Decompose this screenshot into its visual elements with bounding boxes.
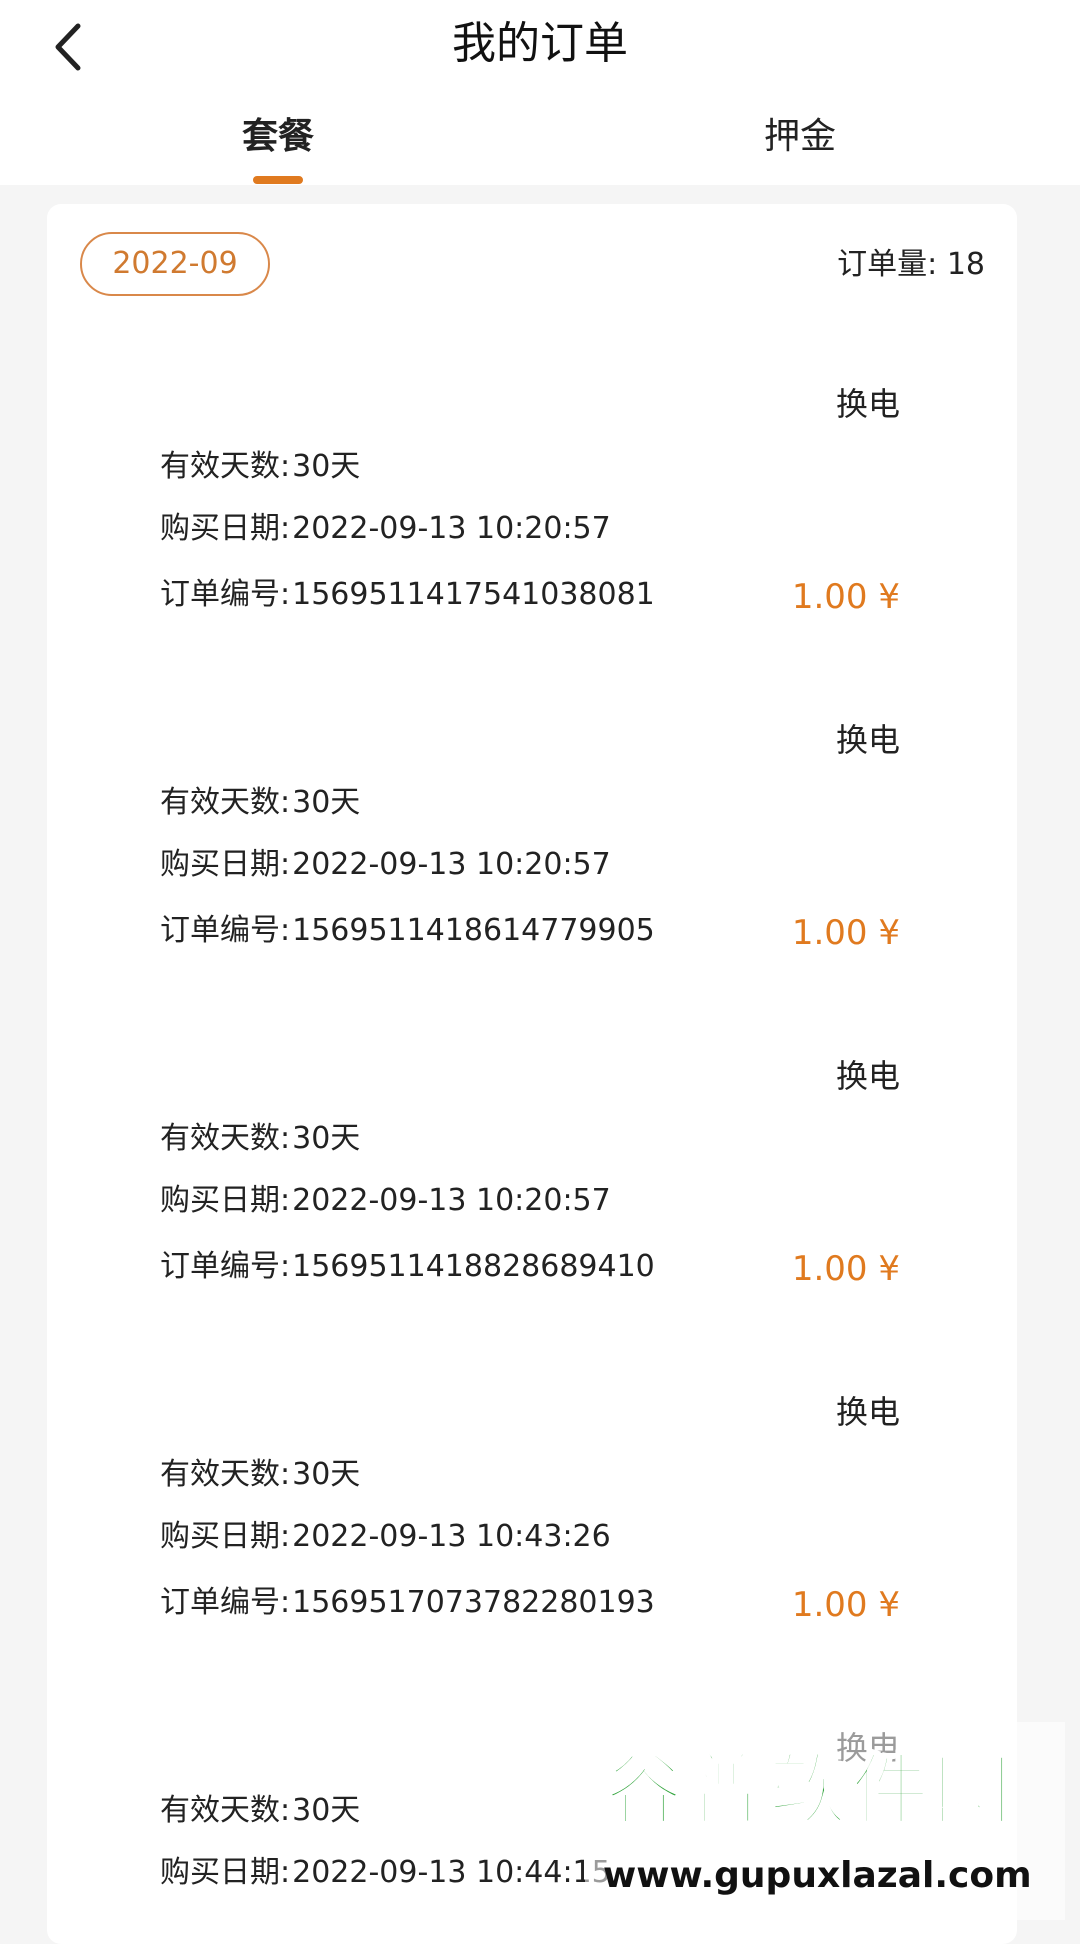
- tab-package[interactable]: 套餐: [188, 112, 368, 162]
- order-id-label: 订单编号:: [160, 577, 291, 612]
- purchase-date-row: 购买日期:2022-09-13 10:44:15: [160, 1852, 611, 1894]
- order-id-value: 1569517073782280193: [292, 1585, 655, 1620]
- order-type: 换电: [835, 721, 900, 759]
- purchase-date-value: 2022-09-13 10:43:26: [292, 1519, 611, 1554]
- purchase-date-label: 购买日期:: [160, 511, 291, 546]
- order-count-label: 订单量:: [837, 247, 938, 282]
- order-type: 换电: [835, 1393, 900, 1431]
- page-title: 我的订单: [452, 18, 628, 69]
- watermark: 谷普软件园 www.gupuxlazal.com: [585, 1722, 1065, 1920]
- purchase-date-label: 购买日期:: [160, 1183, 291, 1218]
- order-id-value: 1569511417541038081: [292, 577, 655, 612]
- valid-days-value: 30天: [292, 1793, 361, 1828]
- valid-days-value: 30天: [292, 1121, 361, 1156]
- valid-days-label: 有效天数:: [160, 1121, 291, 1156]
- order-item[interactable]: 换电 有效天数:30天 购买日期:2022-09-13 10:20:57 订单编…: [0, 1054, 1080, 1394]
- valid-days-row: 有效天数:30天: [160, 1118, 360, 1160]
- active-tab-indicator: [253, 176, 303, 184]
- valid-days-label: 有效天数:: [160, 785, 291, 820]
- header: 我的订单 套餐 押金: [0, 0, 1080, 185]
- purchase-date-label: 购买日期:: [160, 1855, 291, 1890]
- watermark-url: www.gupuxlazal.com: [603, 1855, 1032, 1896]
- valid-days-label: 有效天数:: [160, 449, 291, 484]
- order-id-row: 订单编号:1569517073782280193: [160, 1582, 655, 1624]
- valid-days-value: 30天: [292, 785, 361, 820]
- order-item[interactable]: 换电 有效天数:30天 购买日期:2022-09-13 10:20:57 订单编…: [0, 382, 1080, 722]
- order-id-label: 订单编号:: [160, 913, 291, 948]
- tab-deposit[interactable]: 押金: [710, 112, 890, 162]
- valid-days-label: 有效天数:: [160, 1457, 291, 1492]
- order-id-row: 订单编号:1569511417541038081: [160, 574, 655, 616]
- valid-days-row: 有效天数:30天: [160, 446, 360, 488]
- month-filter-button[interactable]: 2022-09: [80, 232, 270, 296]
- valid-days-value: 30天: [292, 1457, 361, 1492]
- order-id-value: 1569511418828689410: [292, 1249, 655, 1284]
- purchase-date-row: 购买日期:2022-09-13 10:20:57: [160, 1180, 611, 1222]
- purchase-date-row: 购买日期:2022-09-13 10:43:26: [160, 1516, 611, 1558]
- order-count-value: 18: [946, 247, 985, 282]
- order-price: 1.00 ¥: [791, 1249, 900, 1289]
- valid-days-label: 有效天数:: [160, 1793, 291, 1828]
- valid-days-row: 有效天数:30天: [160, 1790, 360, 1832]
- purchase-date-value: 2022-09-13 10:20:57: [292, 1183, 611, 1218]
- purchase-date-label: 购买日期:: [160, 847, 291, 882]
- order-count: 订单量: 18: [837, 244, 985, 286]
- purchase-date-row: 购买日期:2022-09-13 10:20:57: [160, 844, 611, 886]
- order-type: 换电: [835, 1057, 900, 1095]
- order-price: 1.00 ¥: [791, 577, 900, 617]
- order-id-row: 订单编号:1569511418828689410: [160, 1246, 655, 1288]
- order-price: 1.00 ¥: [791, 913, 900, 953]
- order-id-label: 订单编号:: [160, 1585, 291, 1620]
- order-id-label: 订单编号:: [160, 1249, 291, 1284]
- watermark-logo-text: 谷普软件园: [603, 1745, 1016, 1838]
- purchase-date-value: 2022-09-13 10:20:57: [292, 847, 611, 882]
- order-item[interactable]: 换电 有效天数:30天 购买日期:2022-09-13 10:20:57 订单编…: [0, 718, 1080, 1058]
- valid-days-row: 有效天数:30天: [160, 1454, 360, 1496]
- order-item[interactable]: 换电 有效天数:30天 购买日期:2022-09-13 10:43:26 订单编…: [0, 1390, 1080, 1730]
- purchase-date-value: 2022-09-13 10:20:57: [292, 511, 611, 546]
- purchase-date-row: 购买日期:2022-09-13 10:20:57: [160, 508, 611, 550]
- order-type: 换电: [835, 385, 900, 423]
- purchase-date-value: 2022-09-13 10:44:15: [292, 1855, 611, 1890]
- order-id-value: 1569511418614779905: [292, 913, 655, 948]
- valid-days-row: 有效天数:30天: [160, 782, 360, 824]
- purchase-date-label: 购买日期:: [160, 1519, 291, 1554]
- valid-days-value: 30天: [292, 449, 361, 484]
- order-id-row: 订单编号:1569511418614779905: [160, 910, 655, 952]
- order-price: 1.00 ¥: [791, 1585, 900, 1625]
